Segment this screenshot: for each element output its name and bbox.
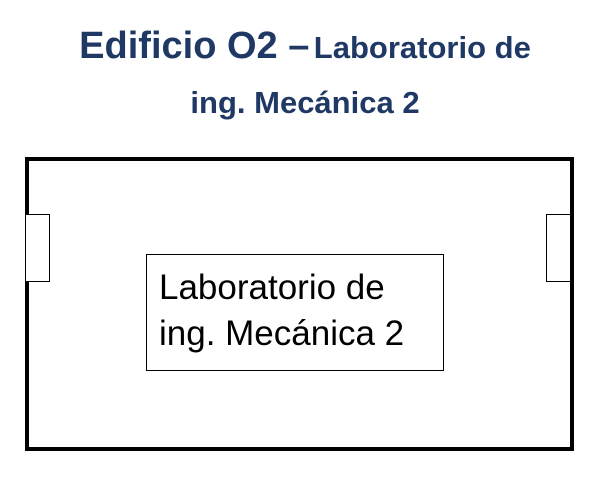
left-door	[25, 214, 50, 282]
page-title: Edificio O2 – Laboratorio de ing. Mecáni…	[0, 22, 610, 127]
building-name: Edificio O2 –	[79, 25, 310, 67]
title-line-1: Edificio O2 – Laboratorio de	[0, 22, 610, 78]
room-label: Laboratorio de ing. Mecánica 2	[159, 265, 404, 357]
right-door	[546, 214, 571, 282]
lab-name-part-1: Laboratorio de	[313, 30, 531, 65]
lab-name-part-2: ing. Mecánica 2	[190, 85, 420, 120]
room-label-line-2: ing. Mecánica 2	[159, 314, 405, 353]
room-label-line-1: Laboratorio de	[159, 268, 385, 307]
laboratory-room: Laboratorio de ing. Mecánica 2	[146, 254, 444, 371]
